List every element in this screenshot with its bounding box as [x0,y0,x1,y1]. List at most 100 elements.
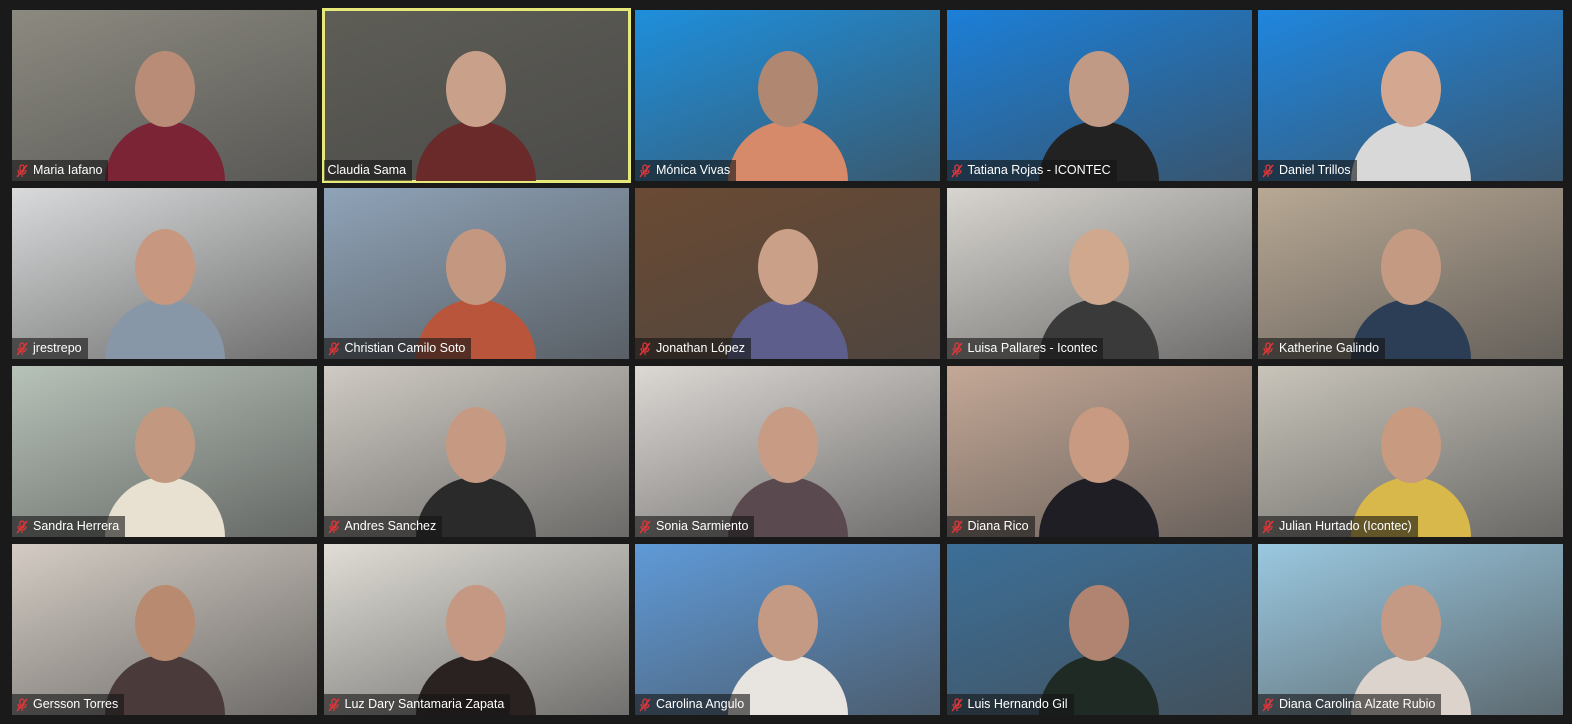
muted-mic-icon [950,341,963,355]
muted-mic-icon [16,697,28,711]
participant-video [1350,387,1471,537]
participant-name-label: Diana Carolina Alzate Rubio [1258,694,1442,715]
participant-name: Andres Sanchez [344,519,437,533]
participant-name: jrestrepo [33,341,82,355]
participant-name: Julian Hurtado (Icontec) [1279,519,1412,533]
participant-name: Tatiana Rojas - ICONTEC [967,163,1111,177]
participant-tile[interactable]: Julian Hurtado (Icontec) [1258,366,1563,537]
muted-mic-icon [639,519,651,533]
participant-name-label: Tatiana Rojas - ICONTEC [946,160,1117,181]
participant-name: Gersson Torres [33,697,119,711]
participant-tile[interactable]: Daniel Trillos [1258,10,1563,181]
participant-video [416,209,536,359]
muted-mic-icon [1262,697,1274,711]
participant-video [416,387,536,537]
participant-tile[interactable]: Tatiana Rojas - ICONTEC [946,10,1252,181]
participant-video [104,31,225,181]
participant-tile[interactable]: Carolina Angulo [635,544,940,715]
participant-name: Luz Dary Santamaria Zapata [344,697,505,711]
muted-mic-icon [16,163,28,177]
participant-name-label: Maria Iafano [12,160,109,181]
participant-tile[interactable]: Sonia Sarmiento [635,366,940,537]
participant-tile[interactable]: Gersson Torres [12,544,317,715]
participant-name-label: Mónica Vivas [635,160,737,181]
participant-name-label: Luis Hernando Gil [946,694,1074,715]
participant-name: Luisa Pallares - Icontec [967,341,1098,355]
participant-name: Sonia Sarmiento [656,519,749,533]
muted-mic-icon [1262,519,1274,533]
participant-tile[interactable]: Jonathan López [635,188,940,359]
participant-tile[interactable]: Luisa Pallares - Icontec [946,188,1252,359]
participant-name: Maria Iafano [33,163,103,177]
muted-mic-icon [639,163,651,177]
participant-name: Claudia Sama [327,163,407,177]
muted-mic-icon [1262,163,1274,177]
participant-tile[interactable]: Claudia Sama [321,8,631,183]
participant-name-label: Gersson Torres [12,694,125,715]
muted-mic-icon [639,341,651,355]
participant-tile[interactable]: Mónica Vivas [635,10,940,181]
participant-name-label: Jonathan López [635,338,751,359]
participant-tile[interactable]: Maria Iafano [12,10,317,181]
participant-name-label: Sandra Herrera [12,516,126,537]
participant-video [1039,209,1159,359]
participant-video [1039,387,1159,537]
participant-video [104,387,225,537]
participant-name-label: Julian Hurtado (Icontec) [1258,516,1418,537]
participant-name-label: Andres Sanchez [323,516,443,537]
participant-name-label: Carolina Angulo [635,694,751,715]
participant-name: Katherine Galindo [1279,341,1380,355]
participant-name-label: Sonia Sarmiento [635,516,755,537]
participant-tile[interactable]: Sandra Herrera [12,366,317,537]
participant-name-label: Daniel Trillos [1258,160,1357,181]
participant-video [1350,209,1471,359]
participant-video [104,565,225,715]
muted-mic-icon [327,519,340,533]
participant-video [727,209,848,359]
participant-video [1039,565,1159,715]
muted-mic-icon [16,341,28,355]
muted-mic-icon [950,697,963,711]
participant-name: Jonathan López [656,341,745,355]
participant-video [727,31,848,181]
participant-name-label: Luz Dary Santamaria Zapata [323,694,511,715]
participant-video [727,565,848,715]
participant-name: Diana Rico [967,519,1029,533]
participant-name: Diana Carolina Alzate Rubio [1279,697,1436,711]
participant-name: Sandra Herrera [33,519,120,533]
muted-mic-icon [327,341,340,355]
participant-tile[interactable]: Luis Hernando Gil [946,544,1252,715]
participant-video [1039,31,1159,181]
participant-name-label: Katherine Galindo [1258,338,1386,359]
participant-name: Christian Camilo Soto [344,341,466,355]
muted-mic-icon [950,163,963,177]
participant-tile[interactable]: Andres Sanchez [323,366,629,537]
participant-tile[interactable]: Diana Rico [946,366,1252,537]
muted-mic-icon [639,697,651,711]
participant-name: Luis Hernando Gil [967,697,1068,711]
participant-name: Daniel Trillos [1279,163,1351,177]
participant-video [416,565,536,715]
participant-name: Carolina Angulo [656,697,745,711]
participant-video [1350,31,1471,181]
participant-tile[interactable]: Katherine Galindo [1258,188,1563,359]
participant-video [727,387,848,537]
muted-mic-icon [327,697,340,711]
participant-name: Mónica Vivas [656,163,731,177]
muted-mic-icon [1262,341,1274,355]
participant-tile[interactable]: Diana Carolina Alzate Rubio [1258,544,1563,715]
participant-name-label: Christian Camilo Soto [323,338,472,359]
muted-mic-icon [16,519,28,533]
participant-tile[interactable]: jrestrepo [12,188,317,359]
participant-name-label: Claudia Sama [323,160,413,181]
participant-tile[interactable]: Luz Dary Santamaria Zapata [323,544,629,715]
participant-tile[interactable]: Christian Camilo Soto [323,188,629,359]
participant-video [1350,565,1471,715]
participant-video [104,209,225,359]
gallery-view: Maria Iafano Claudia Sama Mónica Vivas T… [12,8,1563,715]
participant-name-label: Diana Rico [946,516,1035,537]
participant-video [416,31,536,181]
muted-mic-icon [950,519,963,533]
participant-name-label: jrestrepo [12,338,88,359]
participant-name-label: Luisa Pallares - Icontec [946,338,1104,359]
